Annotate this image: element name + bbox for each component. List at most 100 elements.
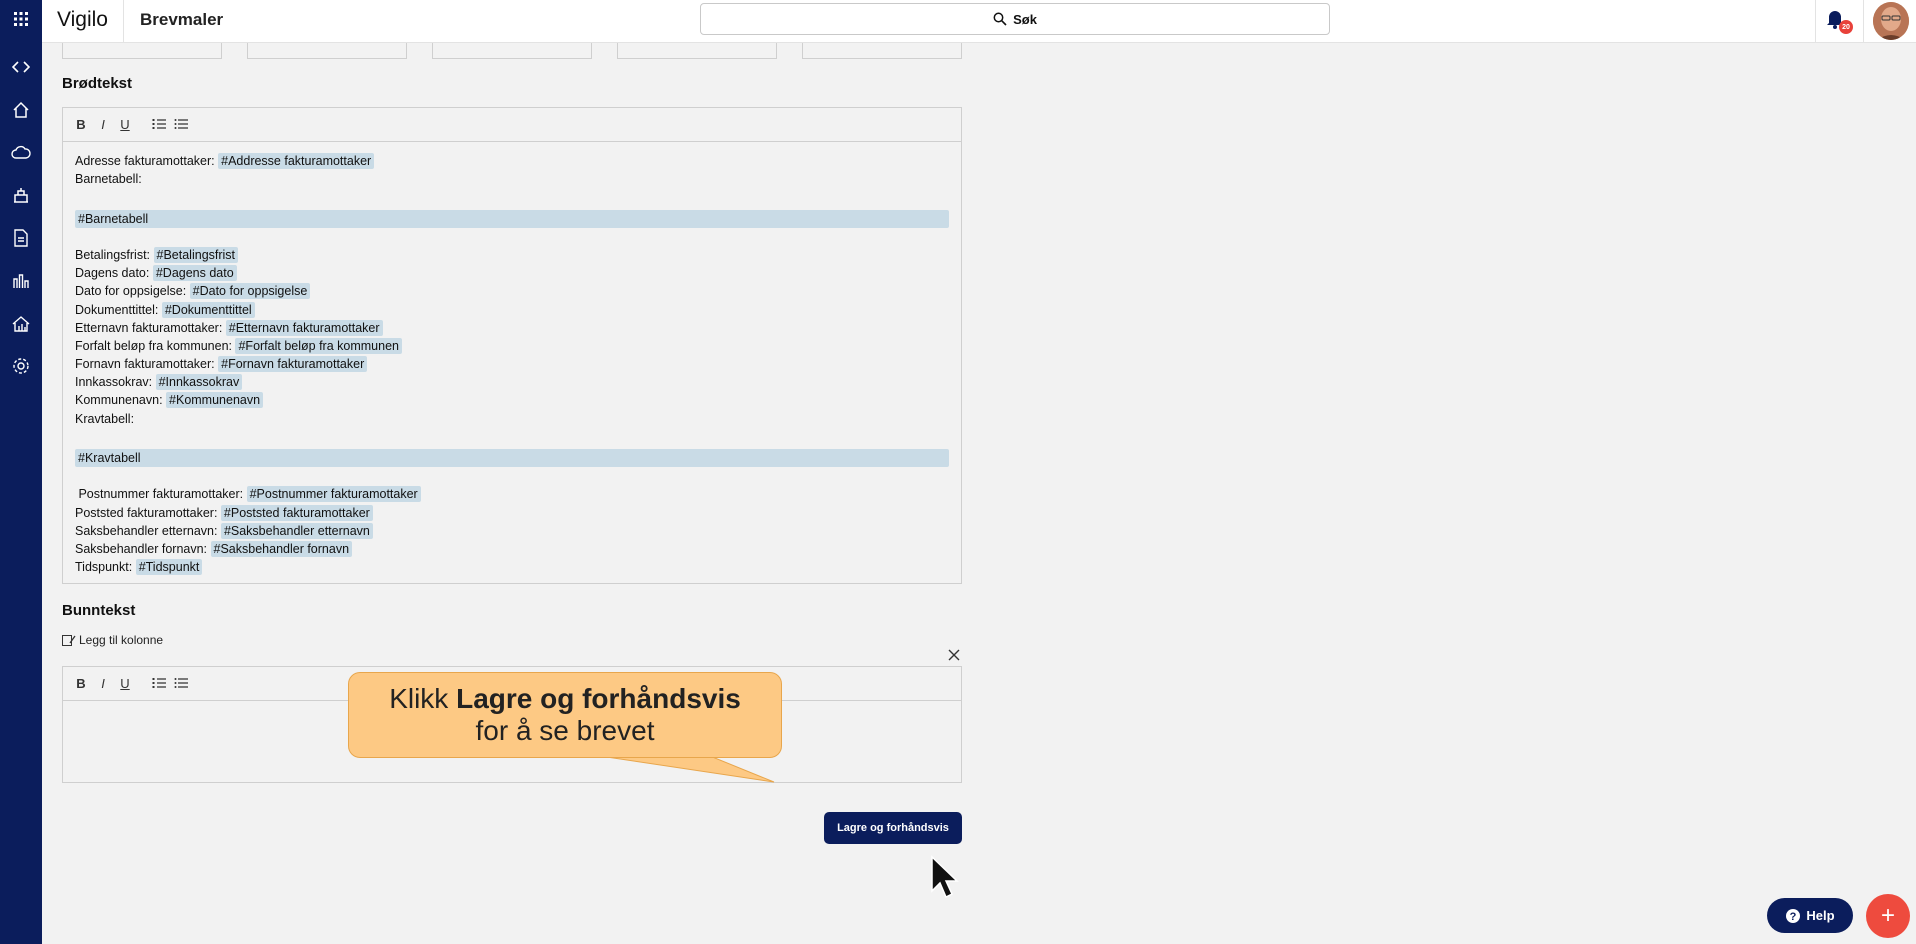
editor-toolbar: B I U [63,108,961,142]
text-line: Tidspunkt: #Tidspunkt [75,558,949,576]
close-icon[interactable] [947,648,963,664]
field-label: Dokumenttittel: [75,302,162,317]
bold-button[interactable]: B [73,676,89,691]
merge-field-tag[interactable]: #Tidspunkt [135,559,203,576]
field-box[interactable] [62,43,222,59]
field-label: Innkassokrav: [75,375,156,390]
body-editor[interactable]: B I U Adresse fakturamottaker: #Addresse… [62,107,962,584]
brand-logo[interactable]: Vigilo [57,8,108,32]
building-icon[interactable] [8,182,34,208]
text-line: Innkassokrav: #Innkassokrav [75,373,949,391]
page-title: Brevmaler [140,10,224,29]
text-line: #Barnetabell [75,209,949,228]
text-line: Dato for oppsigelse: #Dato for oppsigels… [75,282,949,300]
field-label: Adresse fakturamottaker: [75,154,219,168]
avatar[interactable] [1873,2,1909,40]
ordered-list-icon[interactable] [151,677,167,692]
save-and-preview-button[interactable]: Lagre og forhåndsvis [824,812,962,844]
text-line: Etternavn fakturamottaker: #Etternavn fa… [75,319,949,337]
ordered-list-icon[interactable] [151,118,167,133]
italic-button[interactable]: I [95,676,111,691]
merge-field-tag[interactable]: #Postnummer fakturamottaker [246,486,421,503]
merge-field-tag[interactable]: #Etternavn fakturamottaker [225,319,383,336]
header-divider [1863,0,1864,43]
merge-field-tag[interactable]: #Innkassokrav [155,374,243,391]
merge-field-tag[interactable]: #Poststed fakturamottaker [220,504,373,521]
field-box[interactable] [247,43,407,59]
text-line: Saksbehandler fornavn: #Saksbehandler fo… [75,540,949,558]
edit-column-icon [62,634,76,646]
merge-field-tag[interactable]: #Dokumenttittel [161,301,255,318]
merge-field-block[interactable]: #Barnetabell [75,209,949,228]
text-line: Kravtabell: [75,410,949,428]
merge-field-tag[interactable]: #Dagens dato [152,265,237,282]
code-icon[interactable] [8,54,34,80]
document-icon[interactable] [8,225,34,251]
field-label: Dagens dato: [75,266,153,281]
help-button[interactable]: ? Help [1767,898,1853,933]
field-label: Dato for oppsigelse: [75,284,190,299]
top-header: Vigilo Brevmaler Søk 20 [42,0,1916,43]
help-label: Help [1806,908,1835,923]
field-label: Saksbehandler etternavn: [75,523,221,538]
house-chart-icon[interactable] [8,311,34,337]
tutorial-callout: Klikk Lagre og forhåndsvis for å se brev… [348,672,782,758]
field-box[interactable] [802,43,962,59]
header-divider [1815,0,1816,43]
field-label: Etternavn fakturamottaker: [75,320,226,335]
header-divider [123,0,124,43]
text-line: Saksbehandler etternavn: #Saksbehandler … [75,522,949,540]
italic-button[interactable]: I [95,117,111,132]
field-label: Barnetabell: [75,172,142,187]
merge-field-tag[interactable]: #Fornavn fakturamottaker [218,356,368,373]
text-line: Dokumenttittel: #Dokumenttittel [75,301,949,319]
merge-field-tag[interactable]: #Saksbehandler fornavn [210,540,353,557]
bullet-list-icon[interactable] [173,118,189,133]
add-column-label: Legg til kolonne [79,633,164,647]
cloud-icon[interactable] [8,140,34,166]
text-line: Dagens dato: #Dagens dato [75,264,949,282]
bar-chart-icon[interactable] [8,268,34,294]
merge-field-tag[interactable]: #Saksbehandler etternavn [220,522,373,539]
text-line [75,188,949,206]
text-line: Betalingsfrist: #Betalingsfrist [75,246,949,264]
text-line: #Kravtabell [75,449,949,467]
merge-field-tag[interactable]: #Forfalt beløp fra kommunen [235,337,402,354]
bullet-list-icon[interactable] [173,677,189,692]
field-label: Betalingsfrist: [75,247,154,262]
add-column-link[interactable]: Legg til kolonne [62,633,163,647]
field-label: Poststed fakturamottaker: [75,505,221,520]
merge-field-tag[interactable]: #Betalingsfrist [153,246,239,263]
apps-grid-icon[interactable] [8,6,34,32]
underline-button[interactable]: U [117,117,133,132]
field-label: Tidspunkt: [75,560,136,575]
text-line [75,428,949,446]
text-line [75,228,949,246]
merge-field-tag[interactable]: #Kommunenavn [166,392,264,409]
svg-text:?: ? [1790,911,1797,923]
field-label: Forfalt beløp fra kommunen: [75,338,236,353]
field-label: Saksbehandler fornavn: [75,541,211,556]
merge-field-tag[interactable]: #Addresse fakturamottaker [218,153,375,169]
home-icon[interactable] [8,97,34,123]
gear-icon[interactable] [8,353,34,379]
bold-button[interactable]: B [73,117,89,132]
field-label: Postnummer fakturamottaker: [75,487,247,502]
text-line: Barnetabell: [75,170,949,188]
editor-content[interactable]: Adresse fakturamottaker: #Addresse faktu… [63,142,961,586]
merge-field-tag[interactable]: #Dato for oppsigelse [189,283,311,300]
left-nav-rail [0,0,42,944]
search-input[interactable]: Søk [700,3,1330,35]
search-label: Søk [1013,11,1037,27]
text-line: Adresse fakturamottaker: #Addresse faktu… [75,152,949,170]
text-line: Forfalt beløp fra kommunen: #Forfalt bel… [75,337,949,355]
help-icon: ? [1786,908,1801,923]
notification-badge: 20 [1839,20,1853,34]
field-label: Fornavn fakturamottaker: [75,357,219,372]
field-box[interactable] [432,43,592,59]
field-box[interactable] [617,43,777,59]
underline-button[interactable]: U [117,676,133,691]
merge-field-block[interactable]: #Kravtabell [75,449,949,467]
add-fab-button[interactable]: + [1866,894,1910,938]
text-line: Kommunenavn: #Kommunenavn [75,391,949,409]
